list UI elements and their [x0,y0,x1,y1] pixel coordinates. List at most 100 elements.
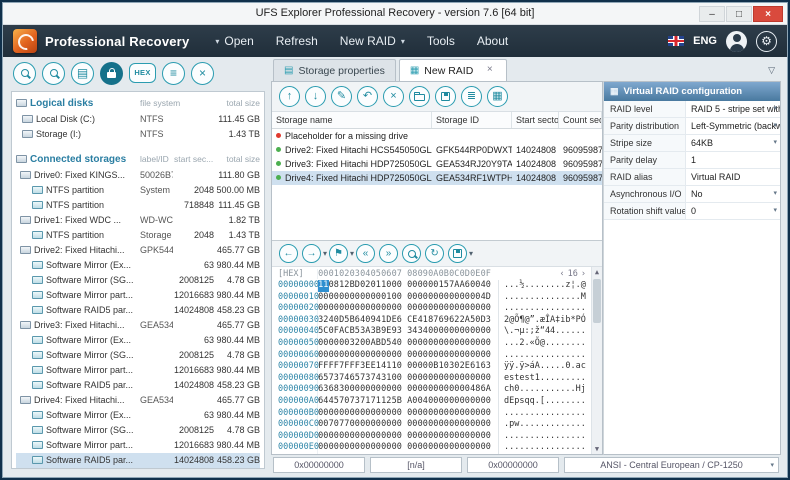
hex-byte[interactable]: 48 [470,384,481,396]
hex-byte[interactable]: 00 [350,292,361,304]
hex-byte[interactable]: 00 [470,292,481,304]
column-header-storage-id[interactable]: Storage ID [432,112,512,128]
hex-byte[interactable]: 00 [339,303,350,315]
hex-scrollbar[interactable]: ▲ ▼ [591,267,602,454]
hex-byte[interactable]: 10 [381,280,392,292]
hex-byte[interactable]: 2E [460,361,471,373]
hex-byte[interactable]: 00 [407,442,418,454]
hex-byte[interactable]: 00 [481,303,492,315]
hex-byte[interactable]: 01 [381,292,392,304]
hex-byte[interactable]: 00 [318,419,329,431]
add-storage-icon[interactable]: ▦ [487,86,508,107]
hex-byte[interactable]: FF [350,361,361,373]
hex-byte[interactable]: 00 [371,408,382,420]
hex-byte[interactable]: 00 [449,408,460,420]
hex-byte[interactable]: 00 [350,408,361,420]
hex-byte[interactable]: 00 [449,292,460,304]
hex-byte[interactable]: 00 [460,350,471,362]
save-selection-icon[interactable] [448,244,467,263]
hex-byte[interactable]: 34 [418,326,429,338]
hex-byte[interactable]: 7A [449,280,460,292]
hex-byte[interactable]: 00 [371,292,382,304]
hex-byte[interactable]: 00 [360,442,371,454]
hex-byte[interactable]: 00 [428,408,439,420]
hex-byte[interactable]: 00 [460,419,471,431]
hex-byte[interactable]: 00 [418,338,429,350]
hex-byte[interactable]: 00 [381,419,392,431]
hex-ascii[interactable]: ................ [498,442,586,454]
hex-byte[interactable]: 00 [371,384,382,396]
prev-block-icon[interactable]: « [356,244,375,263]
disks-icon[interactable]: ▤ [71,62,94,85]
scrollbar-thumb[interactable] [593,279,601,323]
hex-byte[interactable]: 00 [460,384,471,396]
hex-byte[interactable]: 08 [329,280,340,292]
hex-byte[interactable]: 00 [418,408,429,420]
list-view-icon[interactable]: ≡ [162,62,185,85]
hex-byte[interactable]: 00 [460,373,471,385]
hex-byte[interactable]: 00 [318,303,329,315]
hex-byte[interactable]: 2A [460,315,471,327]
hex-byte[interactable]: 00 [407,408,418,420]
menu-new-raid[interactable]: New RAID▾ [330,30,415,52]
hex-byte[interactable]: 00 [481,419,492,431]
storage-item-drive2-fixed-hitachi[interactable]: Drive2: Fixed Hitachi...GPK544RP0D...465… [16,243,260,258]
hex-byte[interactable]: 00 [428,419,439,431]
tab-new-raid[interactable]: ▦New RAID× [399,59,507,81]
hex-byte[interactable]: 71 [371,396,382,408]
storage-item-local-disk-c[interactable]: Local Disk (C:)NTFS111.45 GB [16,112,260,127]
hex-byte[interactable]: 00 [470,280,481,292]
hex-byte[interactable]: 00 [318,442,329,454]
hex-ascii[interactable]: \.¬µ:;ž“44...... [498,326,586,338]
minimize-button[interactable]: – [699,6,725,22]
hex-byte[interactable]: 40 [481,280,492,292]
hex-byte[interactable]: 00 [428,338,439,350]
hex-byte[interactable]: 40 [392,338,403,350]
hex-byte[interactable]: 34 [407,326,418,338]
hex-byte[interactable]: 00 [428,326,439,338]
maximize-button[interactable]: □ [726,6,752,22]
hex-byte[interactable]: B5 [350,326,361,338]
hex-byte[interactable]: 61 [470,361,481,373]
hex-byte[interactable]: 00 [418,280,429,292]
hex-ascii[interactable]: ...½........z¦.@ [498,280,586,292]
hex-byte[interactable]: 00 [407,303,418,315]
hex-byte[interactable]: 00 [470,419,481,431]
layers-icon[interactable]: ≣ [461,86,482,107]
menu-open[interactable]: ▾Open [205,30,263,52]
hex-byte[interactable]: 02 [360,280,371,292]
column-header-storage-name[interactable]: Storage name [272,112,432,128]
hex-byte[interactable]: 00 [392,408,403,420]
hex-ascii[interactable]: ................ [498,350,586,362]
hex-byte[interactable]: 63 [318,384,329,396]
column-header-count-sec[interactable]: Count sec... [559,112,602,128]
storage-item-drive1-fixed-wdc[interactable]: Drive1: Fixed WDC ...WD-WCC1T0...1.82 TB [16,213,260,228]
hex-byte[interactable]: 00 [418,442,429,454]
hex-byte[interactable]: 00 [381,384,392,396]
hex-byte[interactable]: 00 [318,350,329,362]
hex-byte[interactable]: 00 [350,350,361,362]
hex-byte[interactable]: 94 [371,315,382,327]
search-icon[interactable] [13,62,36,85]
bookmark-caret[interactable]: ▾ [350,249,354,258]
hex-byte[interactable]: 00 [470,431,481,443]
hex-byte[interactable]: 00 [460,326,471,338]
hex-byte[interactable]: 32 [350,338,361,350]
hex-byte[interactable]: FF [329,361,340,373]
hex-byte[interactable]: 65 [318,373,329,385]
hex-byte[interactable]: 00 [318,292,329,304]
hex-byte[interactable]: 00 [481,431,492,443]
hex-byte[interactable]: 62 [449,315,460,327]
find-icon[interactable] [402,244,421,263]
hex-byte[interactable]: 00 [481,408,492,420]
hex-byte[interactable]: 00 [449,326,460,338]
hex-byte[interactable]: 00 [439,408,450,420]
storage-item-software-mirror-sg[interactable]: Software Mirror (SG...20081254.78 GB [16,273,260,288]
hex-byte[interactable]: 00 [371,431,382,443]
hex-byte[interactable]: 6A [481,384,492,396]
hex-byte[interactable]: 00 [428,442,439,454]
hex-byte[interactable]: 00 [481,350,492,362]
hex-byte[interactable]: 00 [449,303,460,315]
hex-byte[interactable]: 3E [360,361,371,373]
logical-disks-header[interactable]: Logical disksfile systemtotal size [16,95,260,112]
